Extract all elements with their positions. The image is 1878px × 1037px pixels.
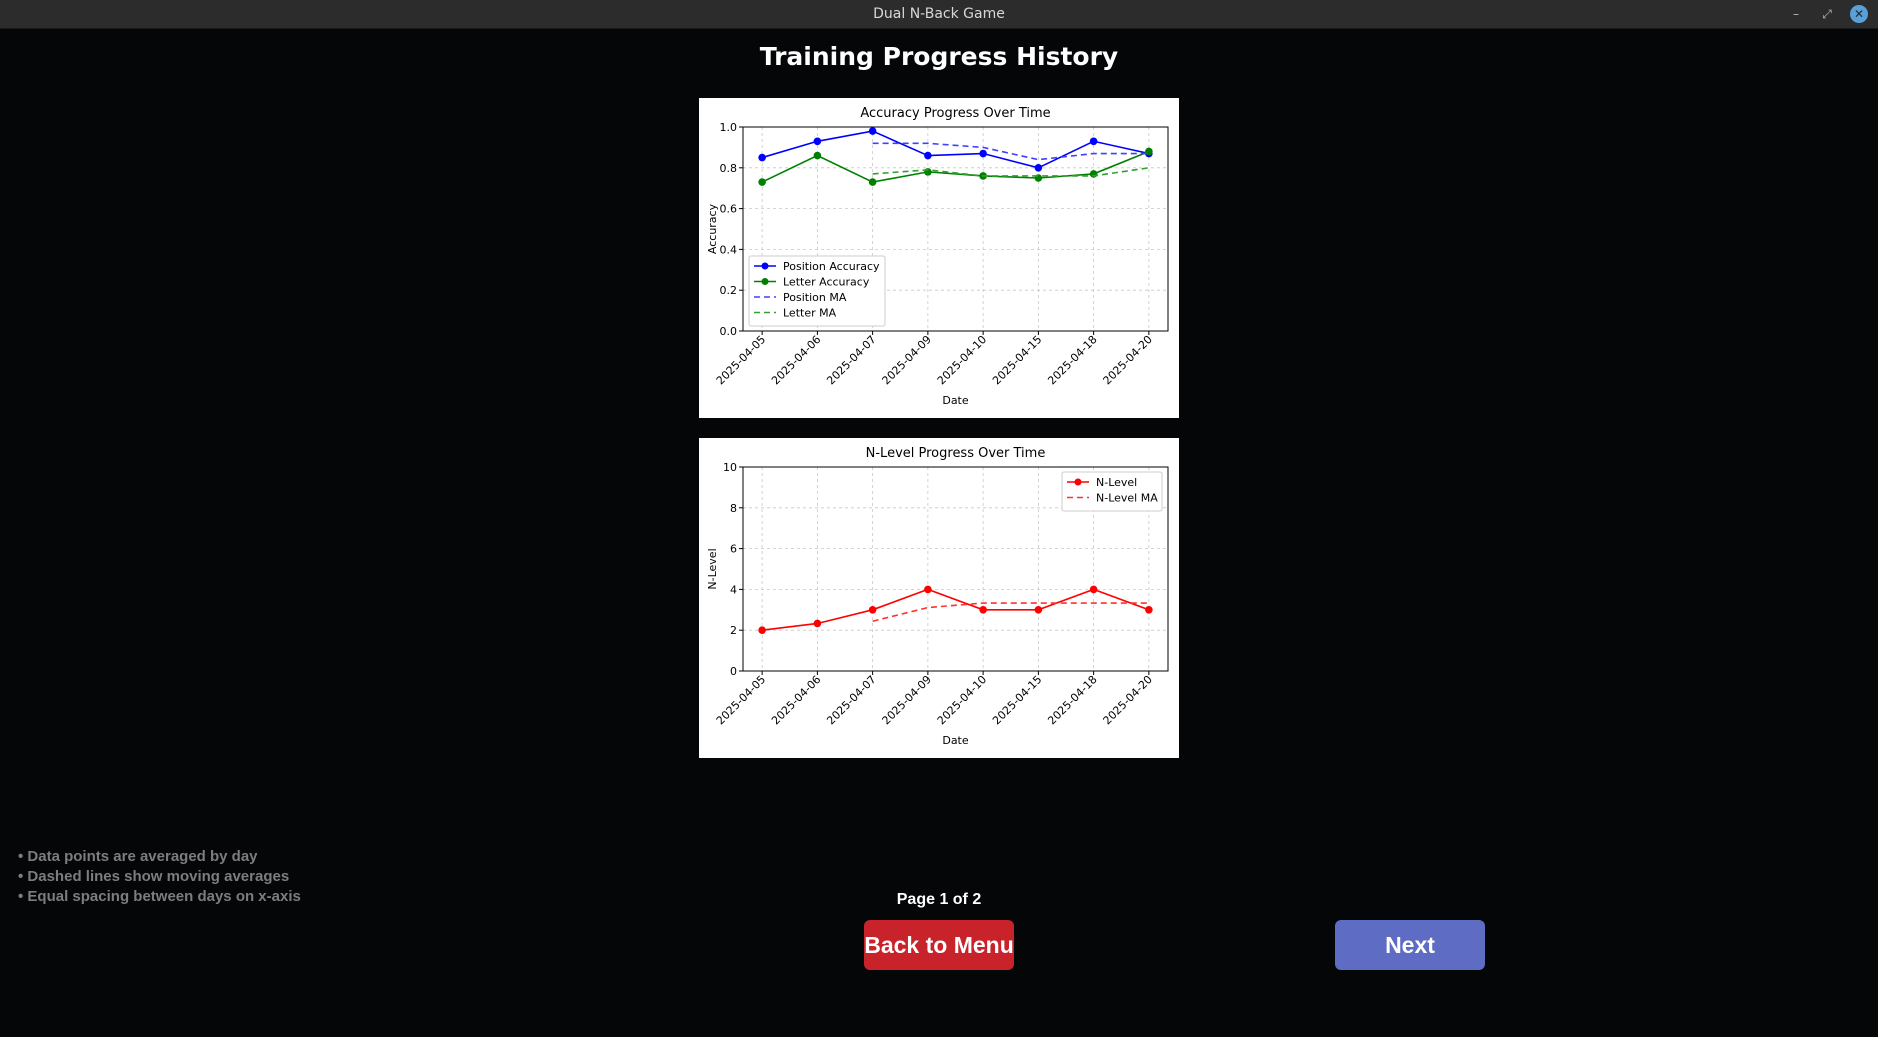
page-indicator: Page 1 of 2 bbox=[896, 891, 982, 908]
data-point-letter-accuracy bbox=[868, 178, 877, 186]
data-point-letter-accuracy bbox=[813, 151, 822, 160]
x-tick-label: 2025-04-18 bbox=[1045, 333, 1099, 387]
x-tick-label: 2025-04-09 bbox=[880, 333, 934, 387]
data-point-n-level bbox=[1034, 606, 1043, 614]
data-point-position-accuracy bbox=[1034, 164, 1043, 172]
x-tick-label: 2025-04-15 bbox=[990, 673, 1044, 727]
x-tick-label: 2025-04-18 bbox=[1045, 673, 1099, 727]
data-point-position-accuracy bbox=[1089, 137, 1098, 146]
restore-icon[interactable]: ⤢ bbox=[1819, 6, 1835, 22]
note-item: • Data points are averaged by day bbox=[18, 848, 258, 865]
chart-title: Accuracy Progress Over Time bbox=[860, 106, 1050, 121]
data-point-n-level bbox=[1089, 585, 1098, 594]
window-title: Dual N-Back Game bbox=[873, 6, 1005, 22]
x-tick-label: 2025-04-07 bbox=[824, 333, 878, 387]
series-line-position-accuracy bbox=[761, 130, 1150, 169]
x-tick-label: 2025-04-09 bbox=[880, 673, 934, 727]
x-tick-label: 2025-04-05 bbox=[714, 333, 768, 387]
y-tick-label: 0.6 bbox=[720, 203, 738, 216]
minimize-icon[interactable]: – bbox=[1788, 6, 1804, 22]
y-tick-label: 0.2 bbox=[720, 284, 738, 297]
x-tick-label: 2025-04-20 bbox=[1101, 673, 1155, 727]
y-tick-label: 2 bbox=[730, 624, 737, 637]
x-axis-label: Date bbox=[942, 394, 969, 407]
legend-label: Position Accuracy bbox=[783, 260, 880, 273]
data-point-n-level bbox=[868, 606, 877, 614]
x-tick-label: 2025-04-06 bbox=[769, 333, 823, 387]
legend-label: Letter Accuracy bbox=[783, 276, 870, 289]
x-tick-label: 2025-04-10 bbox=[935, 673, 989, 727]
x-tick-label: 2025-04-10 bbox=[935, 333, 989, 387]
n-level-chart-svg: N-Level Progress Over Time 0 2 4 6 8 10 2025-04… bbox=[706, 446, 1169, 747]
x-tick-label: 2025-04-06 bbox=[769, 673, 823, 727]
accuracy-chart: Accuracy Progress Over Time 0.0 0.2 0.4 0.6 0… bbox=[699, 98, 1179, 418]
close-icon[interactable]: ✕ bbox=[1850, 5, 1868, 23]
back-to-menu-button[interactable]: Back to Menu bbox=[864, 920, 1014, 970]
legend-label: Letter MA bbox=[783, 307, 837, 320]
legend-marker bbox=[761, 262, 769, 270]
y-tick-label: 8 bbox=[730, 502, 737, 515]
x-tick-label: 2025-04-07 bbox=[824, 673, 878, 727]
data-point-n-level bbox=[813, 619, 822, 628]
series-line-n-level-ma bbox=[872, 602, 1149, 623]
x-tick-label: 2025-04-15 bbox=[990, 333, 1044, 387]
y-tick-label: 0 bbox=[730, 665, 737, 678]
chart-title: N-Level Progress Over Time bbox=[866, 446, 1046, 461]
accuracy-chart-svg: Accuracy Progress Over Time 0.0 0.2 0.4 0.6 0… bbox=[706, 106, 1169, 407]
legend-marker bbox=[1074, 478, 1082, 486]
y-tick-label: 0.8 bbox=[720, 162, 738, 175]
legend-marker bbox=[761, 278, 769, 285]
legend-label: N-Level MA bbox=[1096, 492, 1158, 505]
y-tick-label: 0.0 bbox=[720, 325, 738, 338]
legend-label: N-Level bbox=[1096, 476, 1137, 489]
data-point-position-accuracy bbox=[924, 151, 932, 160]
y-tick-label: 1.0 bbox=[720, 121, 738, 134]
data-point-n-level bbox=[924, 585, 932, 594]
legend-label: Position MA bbox=[783, 291, 847, 304]
y-axis-label: Accuracy bbox=[706, 203, 719, 254]
data-point-position-accuracy bbox=[813, 137, 822, 146]
page-title: Training Progress History bbox=[759, 42, 1119, 71]
next-button[interactable]: Next bbox=[1335, 920, 1485, 970]
x-tick-label: 2025-04-05 bbox=[714, 673, 768, 727]
y-tick-label: 0.4 bbox=[720, 243, 738, 256]
note-item: • Dashed lines show moving averages bbox=[18, 868, 290, 885]
series-line-position-ma bbox=[872, 142, 1149, 161]
y-axis-label: N-Level bbox=[706, 548, 719, 589]
y-tick-label: 10 bbox=[723, 461, 737, 474]
x-tick-label: 2025-04-20 bbox=[1101, 333, 1155, 387]
y-tick-label: 6 bbox=[730, 543, 737, 556]
data-point-n-level bbox=[758, 626, 766, 634]
x-axis-label: Date bbox=[942, 734, 969, 747]
window-titlebar: Dual N-Back Game – ⤢ ✕ bbox=[0, 0, 1878, 29]
data-point-position-accuracy bbox=[758, 153, 766, 162]
data-point-n-level bbox=[1145, 606, 1153, 614]
data-point-position-accuracy bbox=[979, 149, 987, 158]
n-level-chart: N-Level Progress Over Time 0 2 4 6 8 10 2025-04… bbox=[699, 438, 1179, 758]
data-point-position-accuracy bbox=[868, 127, 877, 135]
data-point-n-level bbox=[979, 606, 987, 614]
y-tick-label: 4 bbox=[730, 583, 737, 596]
data-point-letter-accuracy bbox=[758, 178, 766, 186]
